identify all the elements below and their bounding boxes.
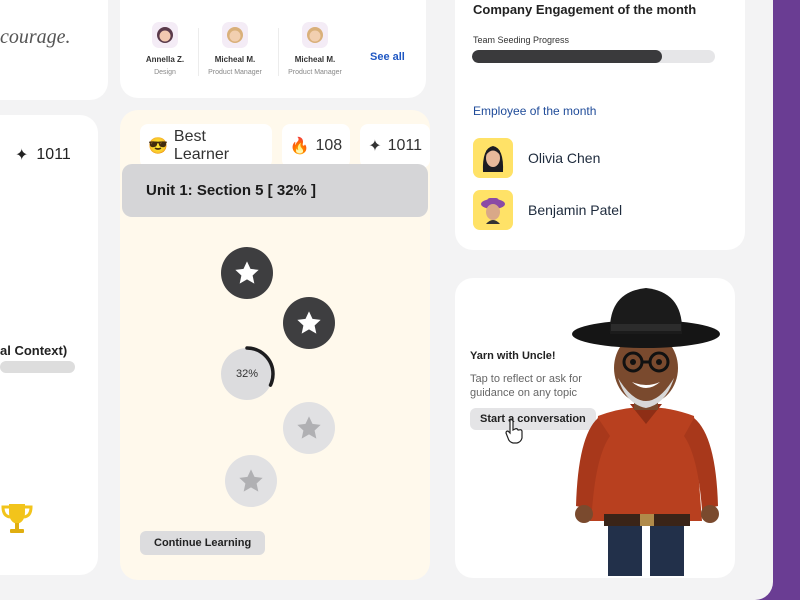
- sunglasses-emoji-icon: 😎: [148, 138, 168, 155]
- best-learner-label: Best Learner: [173, 128, 230, 163]
- context-progress-bar: [0, 361, 75, 373]
- divider: [278, 28, 279, 76]
- continue-learning-button[interactable]: Continue Learning: [140, 531, 266, 555]
- learning-stats-row: 😎 Best Learner 🔥 108 ✦ 1011: [140, 124, 430, 168]
- streak-badge: 🔥 108: [281, 124, 351, 168]
- left-sparkle-count: 1011: [36, 146, 71, 163]
- lesson-node-completed[interactable]: [221, 247, 273, 299]
- employee-name: Olivia Chen: [528, 150, 601, 166]
- star-icon: [239, 469, 263, 492]
- context-label: al Context): [0, 343, 68, 358]
- star-icon: [235, 261, 259, 284]
- star-icon: [297, 416, 321, 439]
- divider: [198, 28, 199, 76]
- quote-text: ct of courage.: [0, 26, 71, 48]
- quote-card: ct of courage.: [0, 0, 108, 100]
- seeding-progress-bar: [472, 50, 715, 63]
- seeding-progress-fill: [472, 50, 662, 63]
- progress-ring: [219, 346, 275, 402]
- employee-item[interactable]: Benjamin Patel: [473, 190, 622, 230]
- learning-path-card: 😎 Best Learner 🔥 108 ✦ 1011 Unit 1: Sect…: [120, 110, 430, 580]
- streak-count: 108: [315, 137, 343, 154]
- person-role: Product Manager: [288, 69, 342, 76]
- seeding-progress-label: Team Seeding Progress: [473, 35, 570, 45]
- avatar: [473, 190, 513, 230]
- person-card[interactable]: Micheal M. Product Manager: [200, 22, 270, 76]
- unit-header[interactable]: Unit 1: Section 5 [ 32% ]: [122, 164, 428, 217]
- unit-title: Unit 1: Section 5 [ 32% ]: [146, 182, 317, 199]
- app-screen: ct of courage. ✦ 1011 al Context) Annell…: [0, 0, 773, 600]
- company-engagement-card: Company Engagement of the month Team See…: [455, 0, 745, 250]
- sparkle-count: 1011: [387, 137, 422, 154]
- left-card: ✦ 1011 al Context): [0, 115, 98, 575]
- fire-icon: 🔥: [289, 138, 310, 155]
- person-card[interactable]: Micheal M. Product Manager: [280, 22, 350, 76]
- avatar: [152, 22, 178, 48]
- lesson-node-current[interactable]: 32%: [219, 346, 275, 402]
- company-engagement-title: Company Engagement of the month: [473, 2, 697, 17]
- employee-of-month-label: Employee of the month: [473, 104, 597, 118]
- yarn-title: Yarn with Uncle!: [470, 350, 556, 362]
- avatar: [222, 22, 248, 48]
- lesson-node-locked[interactable]: [283, 402, 335, 454]
- team-members-card: Annella Z. Design Micheal M. Product Man…: [120, 0, 426, 98]
- employee-name: Benjamin Patel: [528, 202, 623, 218]
- uncle-character-illustration: [572, 288, 720, 576]
- sparkle-badge: ✦ 1011: [360, 124, 430, 168]
- employee-item[interactable]: Olivia Chen: [473, 138, 600, 178]
- lesson-node-locked[interactable]: [225, 455, 277, 507]
- person-name: Micheal M.: [294, 55, 336, 64]
- best-learner-badge: 😎 Best Learner: [140, 124, 272, 168]
- left-sparkle-stat: ✦ 1011: [15, 145, 71, 165]
- sparkle-icon: ✦: [15, 147, 29, 164]
- avatar: [302, 22, 328, 48]
- person-role: Product Manager: [208, 69, 262, 76]
- trophy-icon: [1, 504, 33, 533]
- see-all-link[interactable]: See all: [370, 51, 405, 63]
- person-name: Annella Z.: [145, 55, 185, 64]
- person-role: Design: [154, 69, 176, 76]
- person-name: Micheal M.: [214, 55, 256, 64]
- person-card[interactable]: Annella Z. Design: [130, 22, 200, 76]
- star-icon: [297, 311, 321, 334]
- lesson-node-completed[interactable]: [283, 297, 335, 349]
- avatar: [473, 138, 513, 178]
- hand-cursor-icon: [505, 419, 523, 444]
- sparkle-icon: ✦: [368, 138, 382, 155]
